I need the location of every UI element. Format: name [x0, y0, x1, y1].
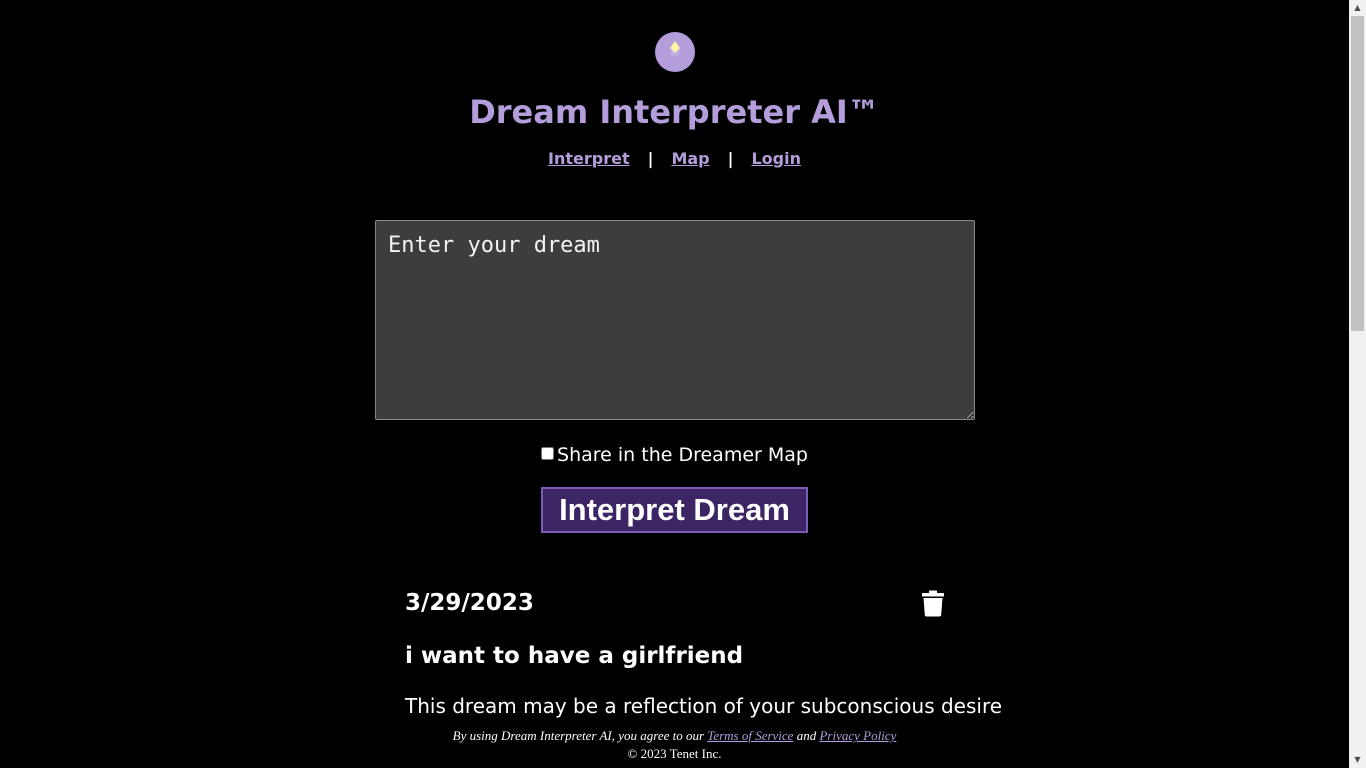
privacy-link[interactable]: Privacy Policy [819, 728, 896, 743]
footer-agreement: By using Dream Interpreter AI, you agree… [0, 727, 1349, 745]
trash-icon[interactable] [921, 590, 945, 617]
nav-separator: | [647, 149, 654, 168]
share-label[interactable]: Share in the Dreamer Map [557, 444, 808, 466]
scroll-down-icon[interactable]: ▼ [1349, 752, 1366, 768]
app-logo [655, 32, 695, 72]
entry-date: 3/29/2023 [405, 590, 534, 616]
entry-interpretation: This dream may be a reflection of your s… [405, 694, 1003, 718]
nav-link-login[interactable]: Login [751, 149, 801, 168]
share-checkbox[interactable] [541, 447, 555, 460]
sparkle-icon [670, 41, 680, 56]
dream-input[interactable] [375, 220, 975, 420]
nav-link-interpret[interactable]: Interpret [548, 149, 630, 168]
scrollbar-thumb[interactable] [1351, 16, 1364, 331]
copyright: © 2023 Tenet Inc. [627, 746, 722, 761]
terms-link[interactable]: Terms of Service [707, 728, 793, 743]
page: Dream Interpreter AI™ Interpret | Map | Logi… [0, 0, 1349, 768]
nav-separator: | [727, 149, 734, 168]
interpret-dream-button[interactable]: Interpret Dream [541, 487, 808, 533]
footer-and-text: and [796, 728, 817, 743]
footer-agree-text: By using Dream Interpreter AI, you agree… [452, 728, 705, 743]
footer: By using Dream Interpreter AI, you agree… [0, 727, 1349, 768]
entry-dream-text: i want to have a girlfriend [405, 643, 744, 669]
main-nav: Interpret | Map | Login [0, 149, 1349, 168]
nav-link-map[interactable]: Map [671, 149, 709, 168]
scroll-up-icon[interactable]: ▲ [1349, 0, 1366, 16]
vertical-scrollbar[interactable]: ▲ ▼ [1349, 0, 1366, 768]
page-title: Dream Interpreter AI™ [469, 93, 880, 131]
share-option: Share in the Dreamer Map [0, 444, 1349, 466]
